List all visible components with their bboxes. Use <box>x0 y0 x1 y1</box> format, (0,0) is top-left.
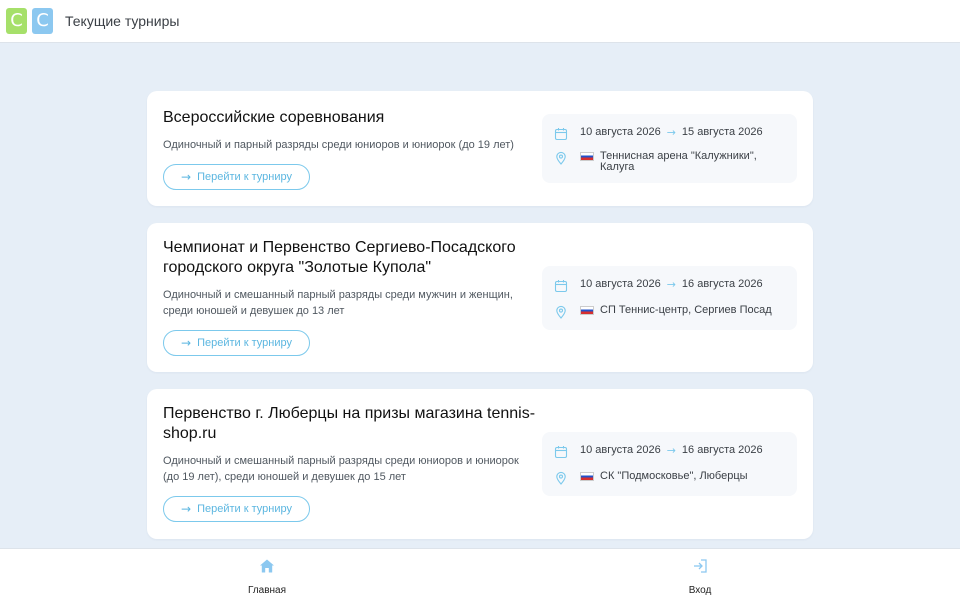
start-date: 10 августа 2026 <box>580 278 661 290</box>
logo-letter-1: C <box>6 8 27 34</box>
calendar-icon <box>554 446 568 459</box>
date-row: 10 августа 2026 → 15 августа 2026 <box>554 127 763 141</box>
location-pin-icon <box>556 151 566 165</box>
arrow-right-icon: → <box>181 170 192 184</box>
tournament-description: Одиночный и смешанный парный разряды сре… <box>163 289 513 317</box>
tournament-title: Первенство г. Люберцы на призы магазина … <box>163 405 536 442</box>
tournament-card: Всероссийские соревнования Одиночный и п… <box>147 91 813 206</box>
page-title: Текущие турниры <box>65 13 180 29</box>
russia-flag-icon <box>580 306 594 315</box>
arrow-right-icon: → <box>181 502 192 516</box>
tournament-location: Теннисная арена "Калужники", Калуга <box>600 150 757 173</box>
tournament-description: Одиночный и парный разряды среди юниоров… <box>163 139 514 151</box>
end-date: 16 августа 2026 <box>681 278 763 290</box>
go-to-tournament-label: Перейти к турниру <box>197 503 292 515</box>
nav-home-label: Главная <box>247 585 287 596</box>
go-to-tournament-label: Перейти к турниру <box>197 337 292 349</box>
top-bar: C C Текущие турниры <box>0 0 960 43</box>
go-to-tournament-label: Перейти к турниру <box>197 171 292 183</box>
location-pin-icon <box>556 471 566 485</box>
calendar-icon <box>554 128 568 141</box>
start-date: 10 августа 2026 <box>580 126 661 138</box>
end-date: 15 августа 2026 <box>681 126 763 138</box>
start-date: 10 августа 2026 <box>580 444 661 456</box>
tournament-title: Чемпионат и Первенство Сергиево-Посадско… <box>163 239 516 276</box>
tournament-info-panel: 10 августа 2026 → 16 августа 2026 СП Тен… <box>542 266 797 330</box>
nav-login[interactable]: Вход <box>640 558 760 598</box>
location-row: СК "Подмосковье", Люберцы <box>554 471 780 485</box>
location-row: СП Теннис-центр, Сергиев Посад <box>554 305 780 319</box>
tournament-card: Первенство г. Люберцы на призы магазина … <box>147 389 813 539</box>
tournament-location: СП Теннис-центр, Сергиев Посад <box>600 304 772 316</box>
location-row: Теннисная арена "Калужники", Калуга <box>554 151 780 173</box>
tournament-info-panel: 10 августа 2026 → 16 августа 2026 СК "По… <box>542 432 797 496</box>
arrow-right-icon: → <box>666 278 676 291</box>
date-row: 10 августа 2026 → 16 августа 2026 <box>554 445 763 459</box>
tournament-card: Чемпионат и Первенство Сергиево-Посадско… <box>147 223 813 372</box>
login-icon <box>694 559 707 573</box>
logo-letter-2: C <box>32 8 53 34</box>
location-pin-icon <box>556 305 566 319</box>
date-row: 10 августа 2026 → 16 августа 2026 <box>554 279 763 293</box>
nav-login-label: Вход <box>688 585 712 596</box>
calendar-icon <box>554 280 568 293</box>
arrow-right-icon: → <box>666 444 676 457</box>
arrow-right-icon: → <box>181 336 192 350</box>
nav-home[interactable]: Главная <box>207 558 327 598</box>
go-to-tournament-button[interactable]: → Перейти к турниру <box>163 164 310 190</box>
end-date: 16 августа 2026 <box>681 444 763 456</box>
go-to-tournament-button[interactable]: → Перейти к турниру <box>163 330 310 356</box>
tournament-description: Одиночный и смешанный парный разряды сре… <box>163 455 519 483</box>
bottom-navigation: Главная Вход <box>0 548 960 600</box>
tournament-title: Всероссийские соревнования <box>163 109 385 126</box>
russia-flag-icon <box>580 152 594 161</box>
tournament-info-panel: 10 августа 2026 → 15 августа 2026 Теннис… <box>542 114 797 183</box>
app-logo[interactable]: C C <box>6 8 54 34</box>
go-to-tournament-button[interactable]: → Перейти к турниру <box>163 496 310 522</box>
arrow-right-icon: → <box>666 126 676 139</box>
tournament-location: СК "Подмосковье", Люберцы <box>600 470 748 482</box>
home-icon <box>260 559 274 573</box>
russia-flag-icon <box>580 472 594 481</box>
